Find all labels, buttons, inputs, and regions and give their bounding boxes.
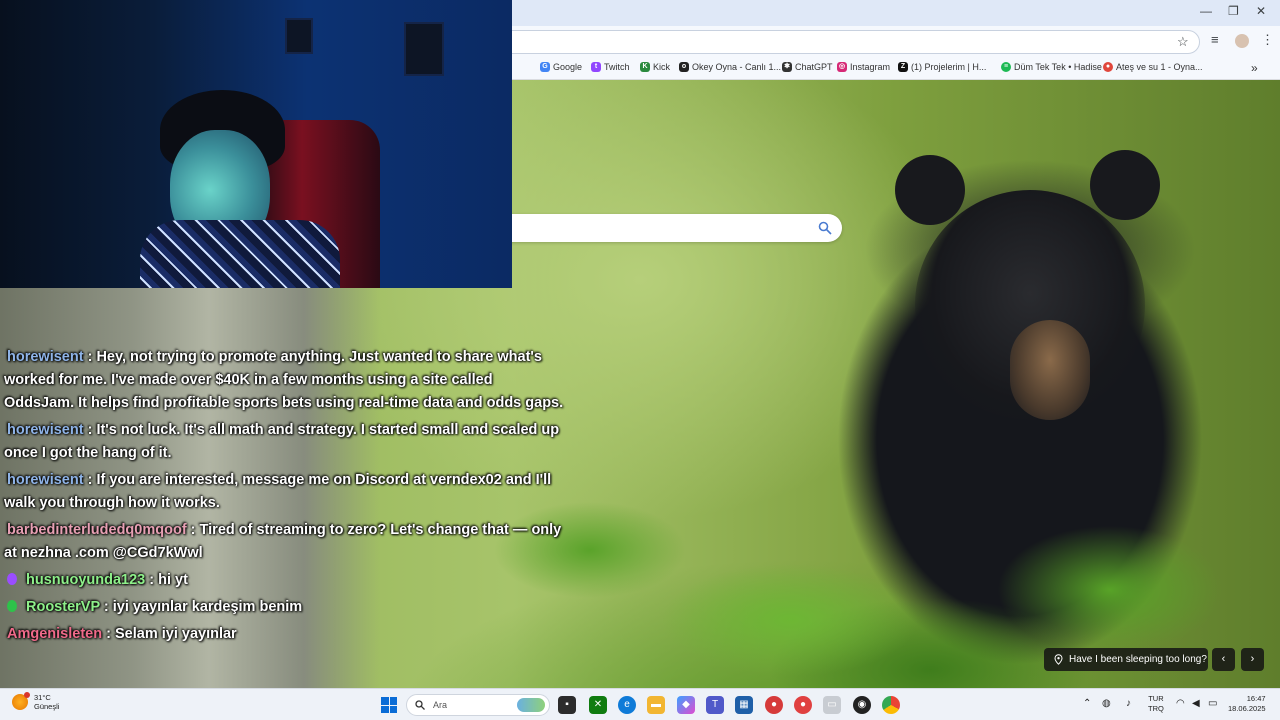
bookmark-ates-ve-su[interactable]: ● Ateş ve su 1 - Oyna... — [1103, 62, 1203, 72]
browser-titlebar — [512, 0, 1280, 26]
menu-kebab-icon[interactable]: ⋮ — [1261, 32, 1274, 48]
start-button[interactable] — [381, 697, 397, 713]
weather-sun-icon — [12, 692, 30, 710]
tray-overflow-icon[interactable]: ⌃ — [1083, 698, 1091, 709]
chat-separator: : — [145, 572, 159, 588]
bookmark-instagram[interactable]: ◎ Instagram — [837, 62, 890, 72]
weather-temperature: 31°C — [34, 693, 51, 702]
language-indicator[interactable]: TUR TRQ — [1148, 694, 1164, 714]
wall-poster — [285, 18, 313, 54]
webcam-overlay — [0, 0, 512, 288]
chat-username: RoosterVP — [26, 599, 100, 615]
chat-message: horewisent : Hey, not trying to promote … — [4, 346, 564, 415]
media-control-icon[interactable]: ≡ — [1211, 32, 1219, 47]
weather-description: Güneşli — [34, 702, 60, 711]
stream-chat-overlay: horewisent : Hey, not trying to promote … — [4, 346, 564, 650]
copilot-icon[interactable]: ◆ — [677, 696, 695, 714]
streamer-shirt — [140, 220, 340, 288]
profile-avatar[interactable] — [1235, 34, 1249, 48]
system-clock[interactable]: 16:47 18.06.2025 — [1228, 694, 1266, 714]
chat-badge-icon — [7, 600, 17, 612]
search-highlight-icon — [517, 698, 545, 712]
search-icon[interactable] — [818, 221, 832, 235]
tooltip-text: Have I been sleeping too long? — [1069, 654, 1207, 665]
chat-separator: : — [83, 422, 97, 438]
spotify-icon: ≡ — [1001, 62, 1011, 72]
chat-message: husnuoyunda123 : hi yt — [4, 569, 564, 592]
next-wallpaper-button[interactable]: › — [1241, 648, 1264, 671]
wall-poster — [404, 22, 444, 76]
teams-icon[interactable]: T — [706, 696, 724, 714]
bookmark-okey[interactable]: o Okey Oyna - Canlı 1... — [679, 62, 781, 72]
address-bar[interactable] — [492, 30, 1200, 54]
bookmark-kick[interactable]: K Kick — [640, 62, 670, 72]
file-explorer-icon[interactable]: ▬ — [647, 696, 665, 714]
chrome-icon[interactable] — [882, 696, 900, 714]
weather-widget[interactable]: 31°C Güneşli — [12, 692, 60, 711]
chat-username: horewisent — [7, 349, 84, 365]
location-pin-icon — [1054, 654, 1063, 665]
kick-icon: K — [640, 62, 650, 72]
chat-message: Amgenisleten : Selam iyi yayınlar — [4, 623, 564, 646]
chat-text: hi yt — [158, 572, 188, 588]
volume-icon[interactable]: ◀ — [1192, 698, 1200, 709]
bookmarks-overflow-button[interactable]: » — [1251, 61, 1258, 75]
bear-ear-right — [1090, 150, 1160, 220]
minimize-button[interactable]: — — [1200, 4, 1212, 18]
microphone-icon[interactable]: ♪ — [1126, 698, 1131, 709]
store-icon[interactable]: ▦ — [735, 696, 753, 714]
search-icon — [415, 700, 425, 710]
xbox-icon[interactable]: ✕ — [589, 696, 607, 714]
twitch-icon: t — [591, 62, 601, 72]
streaming-app-icon[interactable]: ● — [794, 696, 812, 714]
chat-separator: : — [83, 349, 97, 365]
battery-icon[interactable]: ▭ — [1208, 698, 1217, 709]
project-icon: Z — [898, 62, 908, 72]
bookmark-google[interactable]: G Google — [540, 62, 582, 72]
close-button[interactable]: ✕ — [1256, 4, 1266, 18]
chat-message: RoosterVP : iyi yayınlar kardeşim benim — [4, 596, 564, 619]
okey-icon: o — [679, 62, 689, 72]
chat-message: barbedinterludedq0mqoof : Tired of strea… — [4, 519, 564, 565]
record-app-icon[interactable]: ● — [765, 696, 783, 714]
chat-text: Selam iyi yayınlar — [114, 626, 237, 642]
chat-username: horewisent — [7, 472, 84, 488]
bear-muzzle — [1010, 320, 1090, 420]
bookmark-projelerim[interactable]: Z (1) Projelerim | H... — [898, 62, 986, 72]
google-icon: G — [540, 62, 550, 72]
bookmark-twitch[interactable]: t Twitch — [591, 62, 630, 72]
chat-text: iyi yayınlar kardeşim benim — [112, 599, 303, 615]
search-placeholder: Ara — [433, 700, 448, 710]
obs-icon[interactable]: ◉ — [853, 696, 871, 714]
chat-username: Amgenisleten — [7, 626, 103, 642]
bear-ear-left — [895, 155, 965, 225]
bookmark-star-icon[interactable]: ☆ — [1177, 34, 1189, 50]
chat-separator: : — [83, 472, 97, 488]
chat-username: barbedinterludedq0mqoof — [7, 522, 187, 538]
chatgpt-icon: ✱ — [782, 62, 792, 72]
wifi-icon[interactable]: ◠ — [1176, 698, 1185, 709]
bookmark-dum-tek-tek[interactable]: ≡ Düm Tek Tek • Hadise — [1001, 62, 1102, 72]
notepad-icon[interactable]: ▭ — [823, 696, 841, 714]
game-icon: ● — [1103, 62, 1113, 72]
task-view-icon[interactable]: ▪ — [558, 696, 576, 714]
restore-button[interactable]: ❐ — [1228, 4, 1239, 18]
previous-wallpaper-button[interactable]: ‹ — [1212, 648, 1235, 671]
wallpaper-info-tooltip[interactable]: Have I been sleeping too long? — [1044, 648, 1208, 671]
windows-taskbar: 31°C Güneşli Ara ▪ ✕ e ▬ ◆ T ▦ ● ● ▭ ◉ ⌃… — [0, 688, 1280, 720]
instagram-icon: ◎ — [837, 62, 847, 72]
chat-message: horewisent : It's not luck. It's all mat… — [4, 419, 564, 465]
chat-username: husnuoyunda123 — [26, 572, 146, 588]
bookmark-chatgpt[interactable]: ✱ ChatGPT — [782, 62, 833, 72]
edge-icon[interactable]: e — [618, 696, 636, 714]
chat-message: horewisent : If you are interested, mess… — [4, 469, 564, 515]
chat-separator: : — [186, 522, 200, 538]
chat-badge-icon — [7, 573, 17, 585]
antivirus-icon[interactable]: ◍ — [1102, 698, 1111, 709]
taskbar-search[interactable]: Ara — [406, 694, 550, 716]
chat-separator: : — [99, 599, 113, 615]
ntp-search-box[interactable] — [480, 214, 842, 242]
chat-username: horewisent — [7, 422, 84, 438]
chat-separator: : — [102, 626, 115, 642]
